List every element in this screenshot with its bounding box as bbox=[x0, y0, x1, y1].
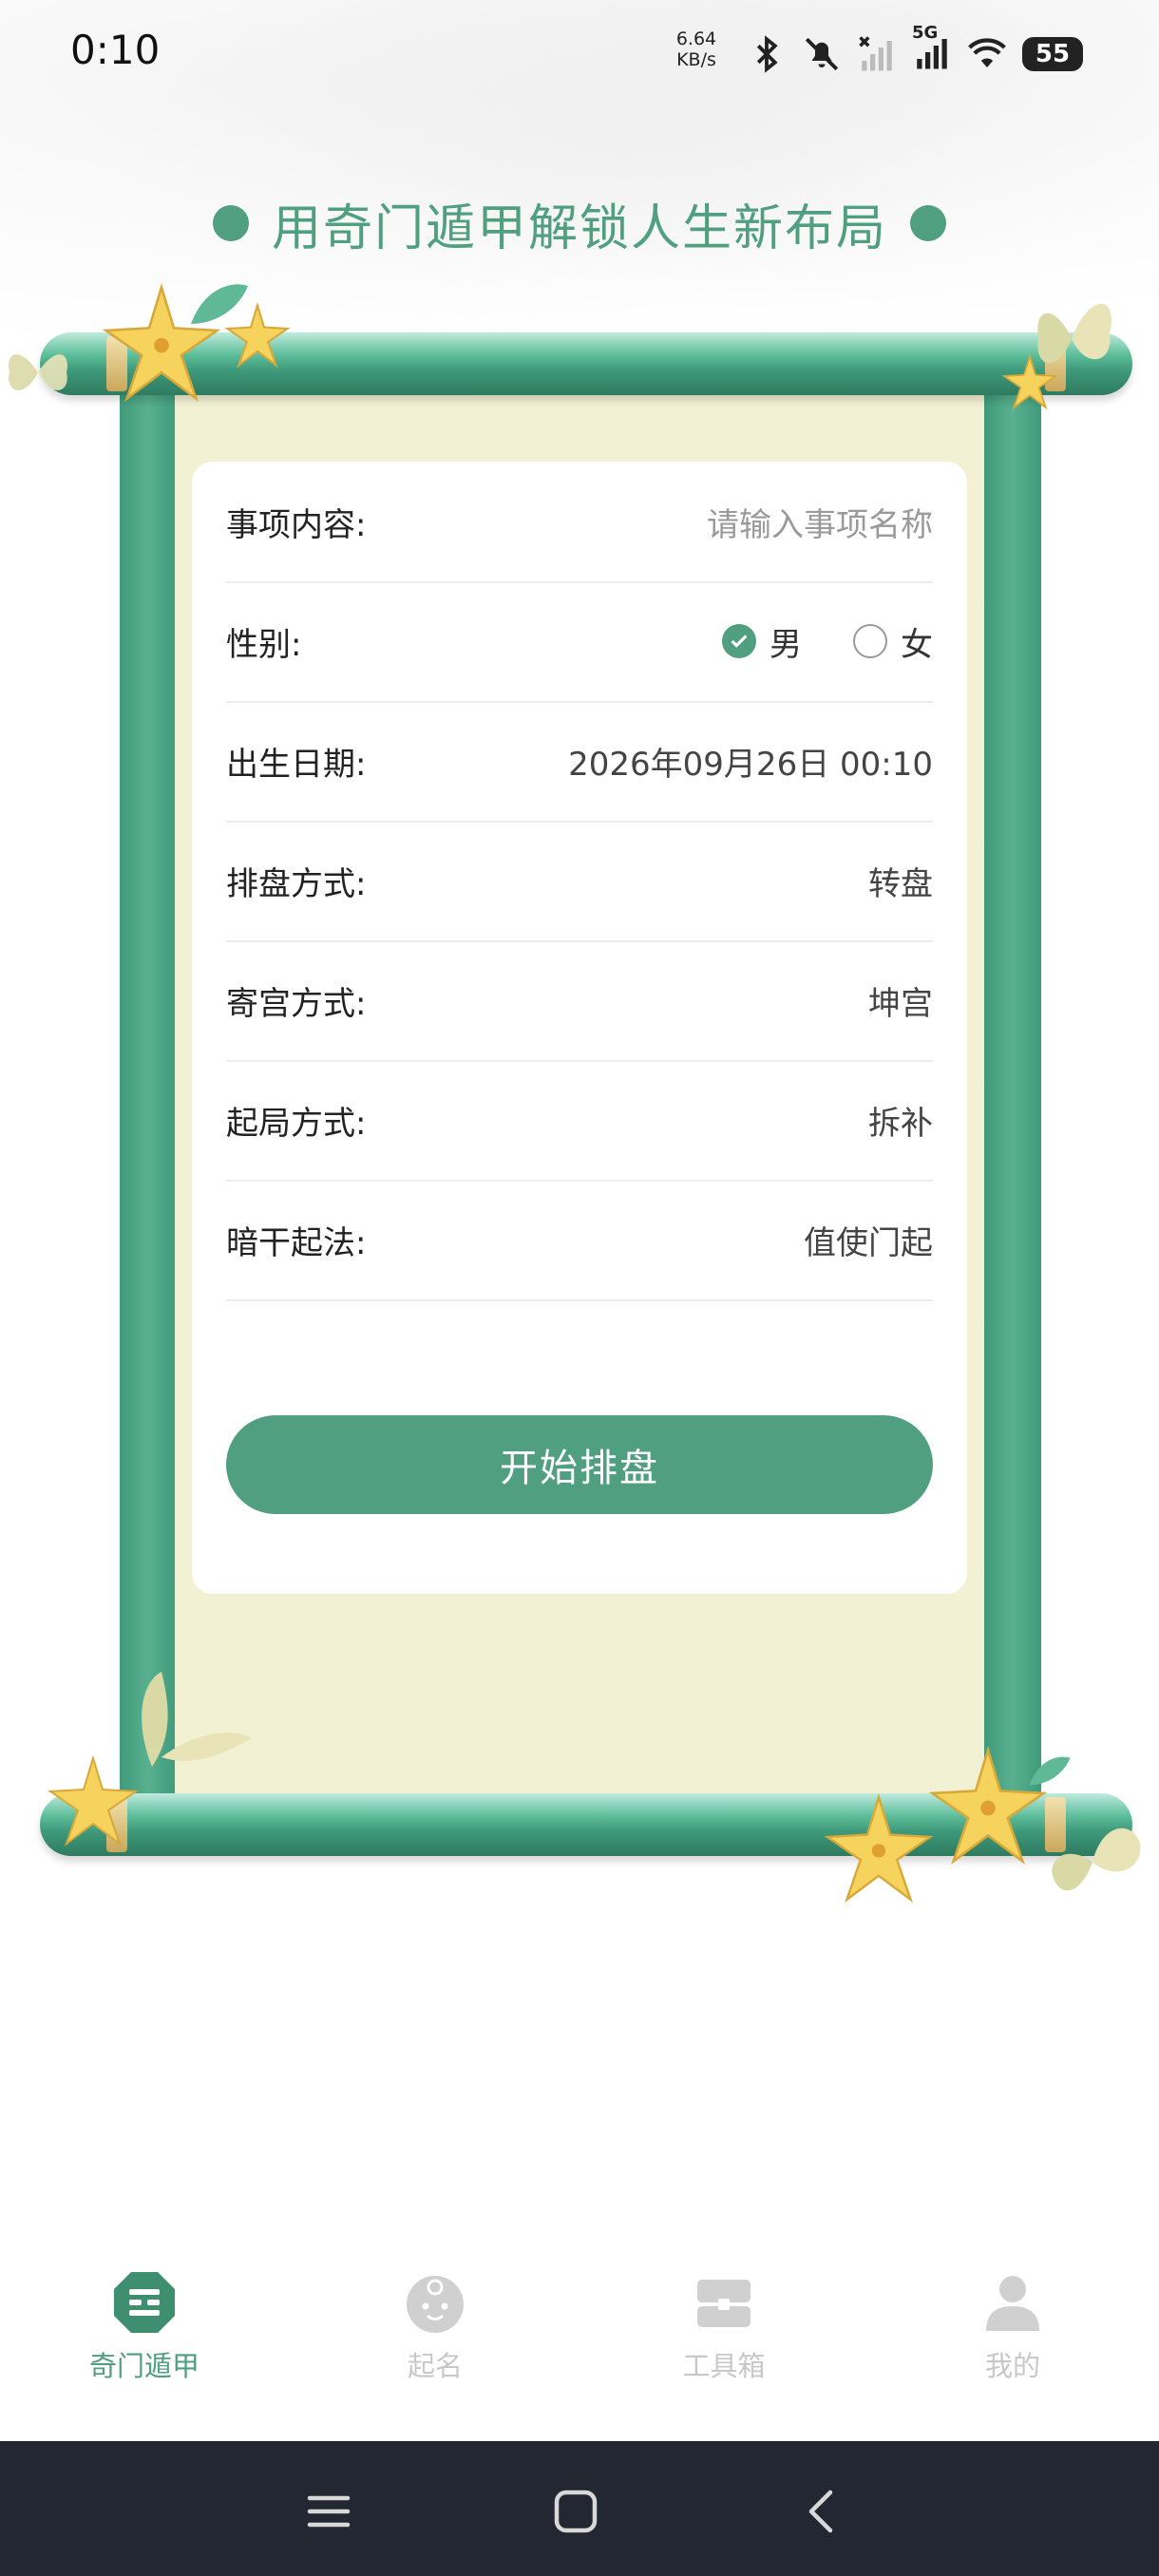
qimen-icon bbox=[114, 2272, 175, 2333]
flower-icon bbox=[48, 1754, 139, 1847]
matter-label: 事项内容: bbox=[226, 505, 367, 544]
leaf-icon bbox=[1029, 1756, 1071, 1786]
matter-row: 事项内容: 请输入事项名称 bbox=[226, 462, 933, 583]
form-card: 事项内容: 请输入事项名称 性别: 男 女 出生日期: 2026年09月26日 … bbox=[192, 462, 967, 1594]
stem-label: 暗干起法: bbox=[226, 1223, 367, 1262]
gender-female-label[interactable]: 女 bbox=[901, 618, 933, 665]
nav-naming[interactable]: 起名 bbox=[350, 2270, 521, 2384]
start-row[interactable]: 起局方式: 拆补 bbox=[226, 1060, 933, 1182]
nav-qimen-label: 奇门遁甲 bbox=[88, 2350, 200, 2382]
palace-row[interactable]: 寄宫方式: 坤宫 bbox=[226, 940, 933, 1062]
menu-icon[interactable] bbox=[302, 2485, 355, 2538]
mute-icon bbox=[805, 37, 839, 71]
nav-mine[interactable]: 我的 bbox=[927, 2270, 1098, 2384]
network-type-label: 5G bbox=[912, 23, 939, 43]
birth-value[interactable]: 2026年09月26日 00:10 bbox=[568, 738, 933, 785]
home-icon[interactable] bbox=[549, 2485, 602, 2538]
nav-toolbox-label: 工具箱 bbox=[682, 2350, 766, 2382]
nav-qimen[interactable]: 奇门遁甲 bbox=[59, 2270, 230, 2384]
page-title: 用奇门遁甲解锁人生新布局 bbox=[271, 199, 887, 257]
butterfly-icon bbox=[9, 354, 67, 390]
birth-row[interactable]: 出生日期: 2026年09月26日 00:10 bbox=[226, 701, 933, 823]
stem-row[interactable]: 暗干起法: 值使门起 bbox=[226, 1180, 933, 1301]
nav-toolbox[interactable]: 工具箱 bbox=[638, 2270, 809, 2384]
bluetooth-icon bbox=[756, 35, 778, 73]
butterfly-icon bbox=[1052, 1828, 1141, 1891]
toolbox-icon bbox=[697, 2280, 750, 2327]
user-icon bbox=[986, 2276, 1039, 2331]
palace-value[interactable]: 坤宫 bbox=[868, 977, 933, 1024]
nav-mine-label: 我的 bbox=[984, 2350, 1040, 2382]
gender-radio-group: 男 女 bbox=[722, 618, 933, 665]
start-paipan-button[interactable]: 开始排盘 bbox=[226, 1415, 933, 1514]
no-signal-icon bbox=[859, 36, 892, 71]
method-row[interactable]: 排盘方式: 转盘 bbox=[226, 821, 933, 942]
method-value[interactable]: 转盘 bbox=[868, 858, 933, 904]
baby-face-icon bbox=[407, 2276, 464, 2333]
scroll-left-rod bbox=[120, 380, 177, 1805]
network-speed-unit: KB/s bbox=[676, 49, 716, 70]
title-dot-left bbox=[212, 205, 249, 241]
gender-male-radio[interactable] bbox=[722, 624, 756, 658]
matter-input[interactable]: 请输入事项名称 bbox=[707, 499, 933, 545]
network-speed: 6.64 KB/s bbox=[674, 28, 718, 70]
gender-female-radio[interactable] bbox=[853, 624, 887, 658]
gender-row: 性别: 男 女 bbox=[226, 581, 933, 703]
stem-value[interactable]: 值使门起 bbox=[804, 1217, 933, 1263]
scroll-right-rod bbox=[984, 380, 1041, 1805]
status-time: 0:10 bbox=[70, 27, 161, 73]
network-speed-value: 6.64 bbox=[675, 28, 717, 49]
wifi-icon bbox=[968, 38, 1006, 67]
battery-icon: 55 bbox=[1022, 37, 1083, 71]
bottom-nav: 奇门遁甲 起名 工具箱 我的 bbox=[0, 2251, 1159, 2384]
start-value[interactable]: 拆补 bbox=[868, 1097, 933, 1144]
palace-label: 寄宫方式: bbox=[226, 984, 367, 1023]
back-icon[interactable] bbox=[796, 2485, 849, 2538]
check-icon bbox=[731, 635, 748, 648]
start-label: 起局方式: bbox=[226, 1104, 367, 1143]
nav-naming-label: 起名 bbox=[407, 2350, 463, 2382]
birth-label: 出生日期: bbox=[226, 745, 367, 784]
status-bar: 0:10 6.64 KB/s 5G 55 bbox=[0, 0, 1159, 104]
gender-male-label[interactable]: 男 bbox=[770, 618, 802, 665]
status-icons: 5G 55 bbox=[747, 23, 1083, 76]
page-title-row: 用奇门遁甲解锁人生新布局 bbox=[0, 185, 1159, 261]
signal-5g: 5G bbox=[912, 23, 952, 76]
method-label: 排盘方式: bbox=[226, 864, 367, 903]
leaf-icon bbox=[191, 284, 248, 324]
flower-icon bbox=[1001, 353, 1058, 410]
system-nav-bar bbox=[0, 2441, 1159, 2576]
title-dot-right bbox=[910, 205, 946, 241]
gender-label: 性别: bbox=[226, 625, 302, 664]
